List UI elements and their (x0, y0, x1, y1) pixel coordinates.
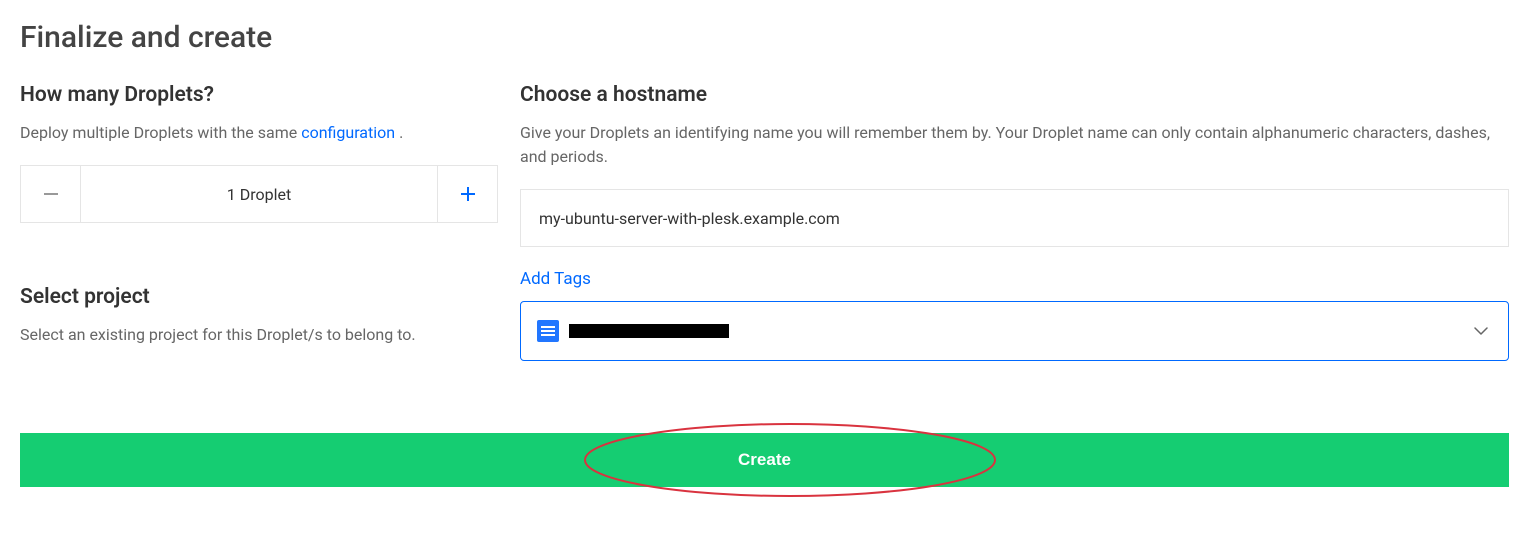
droplets-desc-suffix: . (395, 123, 403, 142)
project-icon (537, 320, 559, 342)
configuration-link[interactable]: configuration (301, 123, 395, 142)
increase-droplets-button[interactable] (437, 166, 497, 222)
plus-icon (461, 187, 475, 201)
droplets-desc-text: Deploy multiple Droplets with the same (20, 123, 301, 142)
project-selected-label (569, 324, 729, 338)
droplets-heading: How many Droplets? (20, 83, 498, 107)
hostname-description: Give your Droplets an identifying name y… (520, 121, 1509, 169)
create-button-label: Create (738, 450, 791, 470)
hostname-heading: Choose a hostname (520, 83, 1509, 107)
droplet-count-label: 1 Droplet (81, 166, 437, 222)
page-title: Finalize and create (20, 20, 1509, 55)
droplets-description: Deploy multiple Droplets with the same c… (20, 121, 498, 145)
add-tags-link[interactable]: Add Tags (520, 269, 1509, 289)
decrease-droplets-button[interactable] (21, 166, 81, 222)
project-select[interactable] (520, 301, 1509, 361)
create-button[interactable]: Create (20, 433, 1509, 487)
minus-icon (44, 193, 58, 195)
project-description: Select an existing project for this Drop… (20, 323, 498, 347)
droplet-quantity-stepper: 1 Droplet (20, 165, 498, 223)
chevron-down-icon (1474, 327, 1488, 335)
project-heading: Select project (20, 285, 498, 309)
hostname-input[interactable] (520, 189, 1509, 247)
